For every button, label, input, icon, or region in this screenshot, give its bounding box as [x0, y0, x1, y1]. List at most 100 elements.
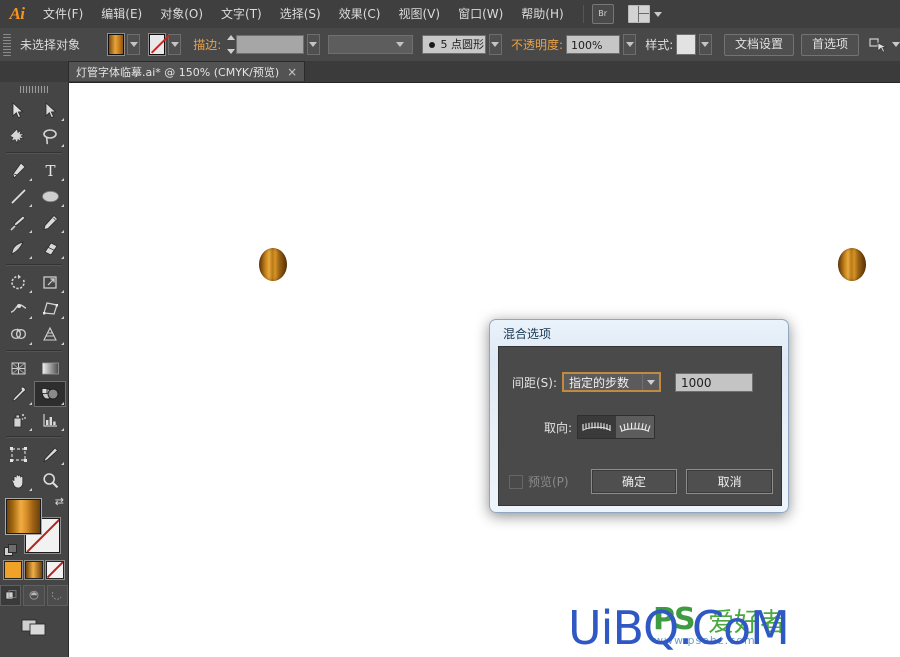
- fill-indicator[interactable]: [6, 499, 41, 534]
- document-setup-button[interactable]: 文档设置: [724, 34, 794, 56]
- tools-group-navigation: [0, 441, 68, 493]
- stroke-weight-stepper[interactable]: [227, 35, 235, 54]
- line-segment-tool[interactable]: [2, 183, 34, 209]
- default-fill-stroke-icon[interactable]: [4, 544, 16, 556]
- perspective-grid-tool[interactable]: [34, 321, 66, 347]
- chevron-down-icon: [309, 42, 317, 47]
- gradient-tool[interactable]: [34, 355, 66, 381]
- menu-file[interactable]: 文件(F): [34, 0, 92, 28]
- orientation-label: 取向:: [544, 419, 572, 436]
- menu-edit[interactable]: 编辑(E): [92, 0, 151, 28]
- menu-select[interactable]: 选择(S): [271, 0, 330, 28]
- close-icon[interactable]: ×: [287, 66, 297, 78]
- stroke-weight-input[interactable]: [236, 35, 303, 54]
- scale-tool[interactable]: [34, 269, 66, 295]
- tool-group-indicator: [61, 230, 64, 233]
- tool-group-indicator: [61, 144, 64, 147]
- opacity-input[interactable]: 100%: [566, 35, 620, 54]
- steps-input[interactable]: 1000: [675, 373, 753, 392]
- magic-wand-tool[interactable]: [2, 123, 34, 149]
- tool-group-indicator: [61, 178, 64, 181]
- blob-brush-tool[interactable]: [2, 235, 34, 261]
- tool-group-indicator: [61, 462, 64, 465]
- control-panel-grip[interactable]: [3, 34, 11, 56]
- menu-window[interactable]: 窗口(W): [449, 0, 512, 28]
- pen-tool[interactable]: [2, 157, 34, 183]
- stroke-weight-dropdown[interactable]: [307, 34, 320, 55]
- direct-selection-tool[interactable]: [34, 97, 66, 123]
- menu-type[interactable]: 文字(T): [212, 0, 271, 28]
- blend-tool[interactable]: [34, 381, 66, 407]
- blend-object-left[interactable]: [259, 248, 287, 281]
- draw-normal-button[interactable]: [0, 585, 21, 606]
- opacity-dropdown[interactable]: [623, 34, 636, 55]
- none-mode-button[interactable]: [46, 561, 64, 579]
- screen-mode-button[interactable]: [19, 616, 49, 638]
- hand-tool[interactable]: [2, 467, 34, 493]
- select-similar-objects-icon[interactable]: [869, 37, 887, 53]
- stepper-down-icon: [227, 49, 235, 54]
- rotate-tool[interactable]: [2, 269, 34, 295]
- stroke-profile-select[interactable]: [328, 35, 414, 54]
- draw-behind-button[interactable]: [23, 585, 44, 606]
- preferences-button[interactable]: 首选项: [801, 34, 859, 56]
- mesh-tool[interactable]: [2, 355, 34, 381]
- blend-object-right[interactable]: [838, 248, 866, 281]
- zoom-tool[interactable]: [34, 467, 66, 493]
- graphic-style-swatch[interactable]: [676, 34, 696, 55]
- align-to-page-button[interactable]: [578, 416, 616, 438]
- swap-fill-stroke-icon[interactable]: ⇄: [55, 496, 64, 507]
- menu-view[interactable]: 视图(V): [389, 0, 449, 28]
- tools-group-transform: [0, 269, 68, 347]
- tool-group-indicator: [61, 256, 64, 259]
- tool-group-indicator: [29, 230, 32, 233]
- spacing-select[interactable]: 指定的步数: [562, 372, 661, 392]
- symbol-sprayer-tool[interactable]: [2, 407, 34, 433]
- gradient-mode-button[interactable]: [25, 561, 43, 579]
- align-to-path-button[interactable]: [616, 416, 654, 438]
- pencil-tool[interactable]: [34, 209, 66, 235]
- eyedropper-tool[interactable]: [2, 381, 34, 407]
- tools-divider: [6, 152, 62, 154]
- shape-builder-tool[interactable]: [2, 321, 34, 347]
- arrange-documents-button[interactable]: [628, 5, 662, 23]
- watermark-primary: UiBQ.CoM: [568, 601, 789, 655]
- fill-color-swatch[interactable]: [108, 34, 124, 55]
- paintbrush-tool[interactable]: [2, 209, 34, 235]
- draw-inside-button[interactable]: [47, 585, 68, 606]
- column-graph-tool[interactable]: [34, 407, 66, 433]
- brush-definition-select[interactable]: 5 点圆形: [422, 35, 485, 54]
- select-similar-dropdown-icon[interactable]: [892, 42, 900, 47]
- free-transform-tool[interactable]: [34, 295, 66, 321]
- selection-tool[interactable]: [2, 97, 34, 123]
- ok-button[interactable]: 确定: [591, 469, 678, 494]
- dialog-title: 混合选项: [494, 324, 784, 346]
- chevron-down-icon: [171, 42, 179, 47]
- lasso-tool[interactable]: [34, 123, 66, 149]
- menu-help[interactable]: 帮助(H): [512, 0, 572, 28]
- illustrator-window: Ai 文件(F) 编辑(E) 对象(O) 文字(T) 选择(S) 效果(C) 视…: [0, 0, 900, 657]
- tool-group-indicator: [29, 178, 32, 181]
- color-mode-button[interactable]: [4, 561, 22, 579]
- eraser-tool[interactable]: [34, 235, 66, 261]
- preview-checkbox[interactable]: [509, 475, 523, 489]
- tool-group-indicator: [61, 204, 64, 207]
- ellipse-tool[interactable]: [34, 183, 66, 209]
- stroke-color-swatch[interactable]: [149, 34, 165, 55]
- cancel-button[interactable]: 取消: [686, 469, 773, 494]
- tools-panel-grip[interactable]: [20, 86, 48, 93]
- slice-tool[interactable]: [34, 441, 66, 467]
- bridge-button[interactable]: Br: [592, 4, 614, 24]
- brush-definition-dropdown[interactable]: [489, 34, 502, 55]
- menu-effect[interactable]: 效果(C): [330, 0, 390, 28]
- fill-color-dropdown[interactable]: [127, 34, 140, 55]
- graphic-style-dropdown[interactable]: [699, 34, 712, 55]
- chevron-down-icon: [654, 12, 662, 17]
- type-tool[interactable]: T: [34, 157, 66, 183]
- width-tool[interactable]: [2, 295, 34, 321]
- stroke-color-dropdown[interactable]: [168, 34, 181, 55]
- document-tab[interactable]: 灯管字体临摹.ai* @ 150% (CMYK/预览) ×: [68, 61, 305, 81]
- selection-status-label: 未选择对象: [20, 36, 108, 53]
- menu-object[interactable]: 对象(O): [151, 0, 212, 28]
- artboard-tool[interactable]: [2, 441, 34, 467]
